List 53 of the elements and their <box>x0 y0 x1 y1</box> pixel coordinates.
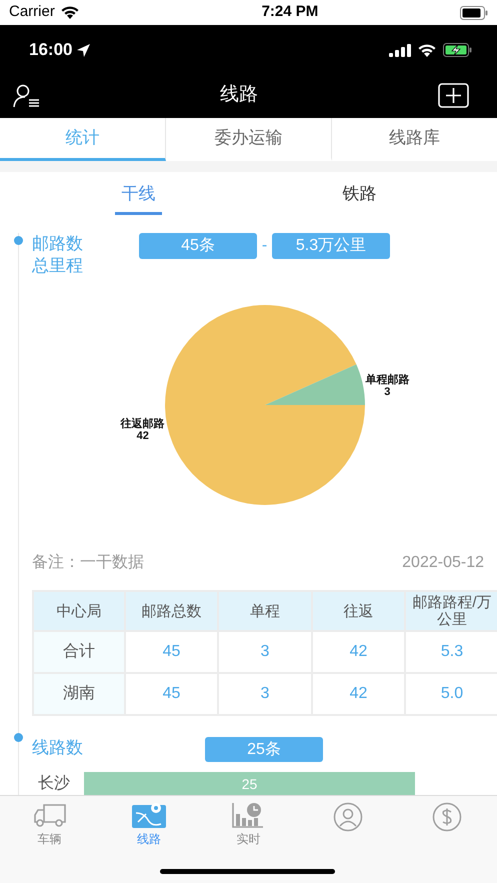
app-clock-text: 16:00 <box>29 39 72 62</box>
remark-text: 备注：一干数据 <box>32 552 144 573</box>
column-header: 邮路总数 <box>126 592 219 632</box>
table-cell: 42 <box>313 632 406 674</box>
column-header: 中心局 <box>34 592 126 632</box>
bottom-tab[interactable]: 实时 <box>198 802 298 848</box>
table-cell: 3 <box>219 632 313 674</box>
location-arrow-icon <box>76 42 92 58</box>
distance-badge: 5.3万公里 <box>272 233 390 259</box>
section-label: 线路数 <box>32 737 84 759</box>
person-circle-icon <box>332 802 363 832</box>
wifi-icon <box>60 5 80 20</box>
column-header: 往返 <box>313 592 406 632</box>
slice-label: 往返邮路 <box>120 418 165 430</box>
table-cell: 3 <box>219 674 313 716</box>
slice-label: 单程邮路 <box>365 374 410 386</box>
tab[interactable]: 线路库 <box>332 118 497 161</box>
column-header: 单程 <box>219 592 313 632</box>
column-header: 邮路路程/万公里 <box>406 592 497 632</box>
route-map-icon <box>132 802 166 828</box>
chart-clock-icon <box>232 802 264 828</box>
sub-tab[interactable]: 干线 <box>115 175 162 215</box>
table-cell: 合计 <box>34 632 126 674</box>
battery-charging-icon <box>443 43 472 57</box>
truck-icon <box>32 802 67 828</box>
battery-icon <box>460 6 488 20</box>
table-cell: 5.3 <box>406 632 497 674</box>
wifi-icon <box>417 42 437 58</box>
user-list-icon[interactable] <box>13 84 40 108</box>
table-cell: 45 <box>126 632 219 674</box>
date-text: 2022-05-12 <box>402 553 484 573</box>
table-cell: 5.0 <box>406 674 497 716</box>
nav-title: 线路 <box>220 83 258 108</box>
bar-value: 25 <box>242 774 258 794</box>
count-badge: 45条 <box>139 233 257 259</box>
carrier-text: Carrier <box>9 2 55 22</box>
table-cell: 45 <box>126 674 219 716</box>
count-badge: 25条 <box>205 737 323 762</box>
table-cell: 42 <box>313 674 406 716</box>
clock-text: 7:24 PM <box>262 2 318 22</box>
slice-value: 3 <box>384 386 390 398</box>
bar-category: 长沙 <box>37 774 71 794</box>
signal-icon <box>389 44 411 56</box>
dollar-circle-icon <box>432 802 462 832</box>
table-cell: 湖南 <box>34 674 126 716</box>
bottom-tab[interactable]: 线路 <box>99 802 199 848</box>
summary-label: 总里程 <box>32 255 84 277</box>
summary-label: 邮路数 <box>32 233 84 255</box>
bottom-tab[interactable]: 车辆 <box>0 802 100 848</box>
add-icon[interactable] <box>438 83 469 108</box>
slice-value: 42 <box>136 430 149 442</box>
range-separator: - <box>260 236 268 256</box>
sub-tab[interactable]: 铁路 <box>336 175 383 215</box>
